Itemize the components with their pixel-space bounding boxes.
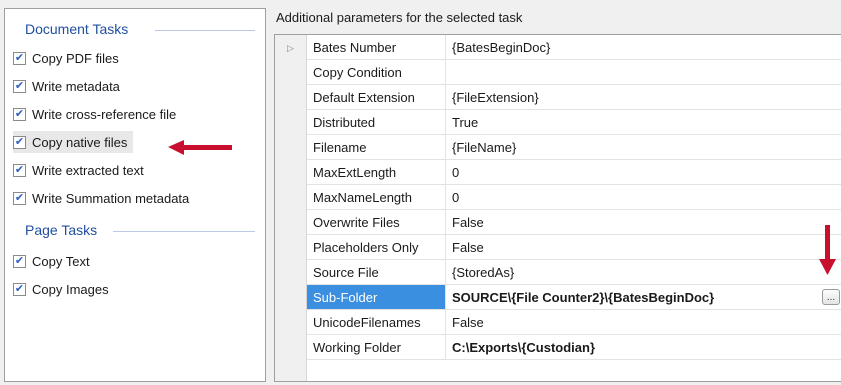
property-row-copy-condition[interactable]: Copy Condition bbox=[307, 60, 841, 85]
browse-button[interactable]: ... bbox=[822, 289, 840, 305]
property-row-maxextlength[interactable]: MaxExtLength 0 bbox=[307, 160, 841, 185]
property-value[interactable]: True bbox=[446, 110, 841, 134]
property-grid: ▷ Bates Number {BatesBeginDoc} Copy Cond… bbox=[274, 34, 841, 382]
property-row-placeholders-only[interactable]: Placeholders Only False bbox=[307, 235, 841, 260]
property-row-distributed[interactable]: Distributed True bbox=[307, 110, 841, 135]
property-name: Filename bbox=[307, 135, 446, 159]
property-row-unicodefilenames[interactable]: UnicodeFilenames False bbox=[307, 310, 841, 335]
property-value[interactable]: SOURCE\{File Counter2}\{BatesBeginDoc} bbox=[446, 285, 841, 309]
property-value[interactable]: {BatesBeginDoc} bbox=[446, 35, 841, 59]
checkbox-icon[interactable]: ✔ bbox=[13, 107, 26, 121]
property-name: Default Extension bbox=[307, 85, 446, 109]
task-write-metadata[interactable]: ✔ Write metadata bbox=[13, 75, 126, 97]
property-value[interactable]: {StoredAs} bbox=[446, 260, 841, 284]
property-row-source-file[interactable]: Source File {StoredAs} bbox=[307, 260, 841, 285]
document-tasks-divider bbox=[155, 21, 255, 41]
property-value[interactable]: {FileExtension} bbox=[446, 85, 841, 109]
task-copy-images[interactable]: ✔ Copy Images bbox=[13, 278, 115, 300]
property-name: MaxNameLength bbox=[307, 185, 446, 209]
task-label: Write extracted text bbox=[32, 162, 144, 178]
params-header: Additional parameters for the selected t… bbox=[276, 10, 523, 25]
property-row-maxnamelength[interactable]: MaxNameLength 0 bbox=[307, 185, 841, 210]
page-tasks-divider bbox=[113, 222, 255, 242]
checkbox-icon[interactable]: ✔ bbox=[13, 282, 26, 296]
expand-icon[interactable]: ▷ bbox=[287, 43, 294, 54]
checkbox-icon[interactable]: ✔ bbox=[13, 163, 26, 177]
task-write-cross-reference-file[interactable]: ✔ Write cross-reference file bbox=[13, 103, 182, 125]
property-row-overwrite-files[interactable]: Overwrite Files False bbox=[307, 210, 841, 235]
property-name: Copy Condition bbox=[307, 60, 446, 84]
property-value[interactable]: 0 bbox=[446, 185, 841, 209]
checkbox-icon[interactable]: ✔ bbox=[13, 51, 26, 65]
checkbox-icon[interactable]: ✔ bbox=[13, 135, 26, 149]
task-label: Copy PDF files bbox=[32, 50, 119, 66]
grid-gutter: ▷ bbox=[275, 35, 307, 381]
property-value[interactable]: False bbox=[446, 210, 841, 234]
task-copy-pdf-files[interactable]: ✔ Copy PDF files bbox=[13, 47, 125, 69]
task-label: Write Summation metadata bbox=[32, 190, 190, 206]
property-value[interactable]: C:\Exports\{Custodian} bbox=[446, 335, 841, 359]
task-label: Copy Text bbox=[32, 253, 90, 269]
task-label: Write metadata bbox=[32, 78, 120, 94]
task-write-extracted-text[interactable]: ✔ Write extracted text bbox=[13, 159, 150, 181]
property-row-working-folder[interactable]: Working Folder C:\Exports\{Custodian} bbox=[307, 335, 841, 360]
task-write-summation-metadata[interactable]: ✔ Write Summation metadata bbox=[13, 187, 195, 209]
task-panel: Document Tasks ✔ Copy PDF files ✔ Write … bbox=[4, 8, 266, 382]
page-tasks-header: Page Tasks bbox=[25, 222, 98, 238]
property-name: MaxExtLength bbox=[307, 160, 446, 184]
task-label: Copy native files bbox=[32, 134, 128, 150]
red-arrow-down-icon bbox=[819, 225, 836, 275]
property-row-filename[interactable]: Filename {FileName} bbox=[307, 135, 841, 160]
property-value[interactable]: {FileName} bbox=[446, 135, 841, 159]
checkbox-icon[interactable]: ✔ bbox=[13, 191, 26, 205]
property-row-sub-folder[interactable]: Sub-Folder SOURCE\{File Counter2}\{Bates… bbox=[307, 285, 841, 310]
property-name: Bates Number bbox=[307, 35, 446, 59]
task-label: Write cross-reference file bbox=[32, 106, 177, 122]
task-label: Copy Images bbox=[32, 281, 109, 297]
property-name: Working Folder bbox=[307, 335, 446, 359]
document-tasks-header: Document Tasks bbox=[25, 21, 129, 37]
red-arrow-left-icon bbox=[168, 140, 232, 155]
property-name: UnicodeFilenames bbox=[307, 310, 446, 334]
property-row-bates-number[interactable]: Bates Number {BatesBeginDoc} bbox=[307, 35, 841, 60]
checkbox-icon[interactable]: ✔ bbox=[13, 79, 26, 93]
property-name: Source File bbox=[307, 260, 446, 284]
task-copy-native-files[interactable]: ✔ Copy native files bbox=[13, 131, 134, 153]
property-row-default-extension[interactable]: Default Extension {FileExtension} bbox=[307, 85, 841, 110]
property-name: Distributed bbox=[307, 110, 446, 134]
property-name: Placeholders Only bbox=[307, 235, 446, 259]
task-copy-text[interactable]: ✔ Copy Text bbox=[13, 250, 96, 272]
property-value[interactable] bbox=[446, 60, 841, 84]
property-name: Overwrite Files bbox=[307, 210, 446, 234]
checkbox-icon[interactable]: ✔ bbox=[13, 254, 26, 268]
property-value[interactable]: False bbox=[446, 235, 841, 259]
property-name: Sub-Folder bbox=[307, 285, 446, 309]
property-value[interactable]: False bbox=[446, 310, 841, 334]
property-value[interactable]: 0 bbox=[446, 160, 841, 184]
